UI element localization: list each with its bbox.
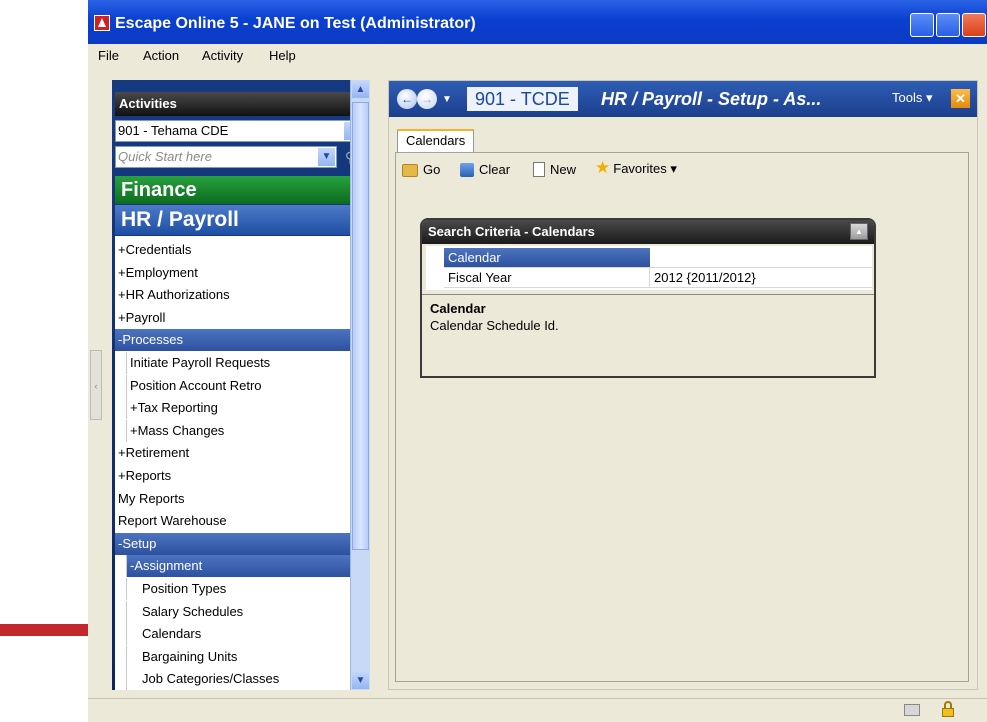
activity-tree: +Credentials +Employment +HR Authorization… [115,236,363,690]
clear-label: Clear [479,162,511,177]
close-button[interactable] [962,13,986,37]
menu-help[interactable]: Help [269,48,296,63]
criteria-grid: Calendar Fiscal Year 2012 {2011/2012} [426,246,872,290]
tree-item-tax-reporting[interactable]: +Tax Reporting [126,397,363,420]
scroll-up-icon[interactable]: ▲ [352,81,369,98]
activities-header: Activities [115,92,363,116]
chevron-down-icon[interactable]: ▼ [318,148,335,166]
criteria-value-calendar[interactable] [650,248,872,268]
tools-menu[interactable]: Tools ▾ [892,90,933,106]
close-page-icon[interactable]: ✕ [951,89,970,108]
lock-icon [942,701,954,717]
app-logo-icon [94,15,110,31]
content-header: ← → ▼ 901 - TCDE HR / Payroll - Setup - … [389,81,977,117]
tree-item-job-categories-classes[interactable]: Job Categories/Classes [126,668,363,690]
quick-start-input[interactable]: Quick Start here ▼ [115,146,337,168]
district-code: 901 - TCDE [467,87,578,111]
menu-file[interactable]: File [98,48,119,63]
search-criteria-title: Search Criteria - Calendars [428,224,595,239]
tree-item-payroll[interactable]: +Payroll [115,307,363,329]
minimize-button[interactable] [910,13,934,37]
criteria-label-calendar[interactable]: Calendar [444,248,650,268]
tree-item-report-warehouse[interactable]: Report Warehouse [115,510,363,532]
tree-item-employment[interactable]: +Employment [115,262,363,284]
tree-item-assignment[interactable]: -Assignment [126,555,363,578]
district-select-value: 901 - Tehama CDE [118,123,229,138]
tree-item-mass-changes[interactable]: +Mass Changes [126,419,363,442]
criteria-divider [422,294,874,295]
tree-item-bargaining-units[interactable]: Bargaining Units [126,645,363,668]
keyboard-icon [904,704,920,716]
tree-item-reports[interactable]: +Reports [115,465,363,487]
history-dropdown-icon[interactable]: ▼ [442,94,452,105]
field-description-text: Calendar Schedule Id. [430,318,559,333]
tree-item-position-types[interactable]: Position Types [126,578,363,600]
tree-item-retirement[interactable]: +Retirement [115,442,363,464]
scroll-thumb[interactable] [352,102,369,550]
new-document-icon [533,162,545,177]
go-label: Go [423,162,441,177]
scroll-down-icon[interactable]: ▼ [352,672,369,689]
folder-icon [402,164,418,177]
criteria-label-fiscal-year[interactable]: Fiscal Year [444,268,650,288]
title-bar: Escape Online 5 - JANE on Test (Administ… [88,0,987,44]
go-button[interactable]: Go [402,161,440,179]
tab-content: Go Clear New ★ Favorites ▾ Search Criteri… [395,152,969,682]
tree-item-credentials[interactable]: +Credentials [115,239,363,261]
tab-calendars[interactable]: Calendars [397,129,475,153]
app-window: Escape Online 5 - JANE on Test (Administ… [88,0,987,722]
tree-item-position-account-retro[interactable]: Position Account Retro [126,374,363,397]
tree-item-my-reports[interactable]: My Reports [115,488,363,510]
hr-payroll-section[interactable]: HR / Payroll [115,205,363,235]
menu-bar: File Action Activity Help [88,44,987,66]
search-criteria-panel: Search Criteria - Calendars ▲ Calendar F… [420,218,876,378]
arrow-shaft [0,624,100,636]
panel-collapse-handle[interactable]: ‹ [90,350,102,420]
content-panel: ← → ▼ 901 - TCDE HR / Payroll - Setup - … [388,80,978,690]
page-title: HR / Payroll - Setup - As... [601,89,822,109]
menu-action[interactable]: Action [143,48,179,63]
sidebar-scrollbar[interactable]: ▲ ▼ [350,80,370,690]
status-bar [88,698,987,722]
maximize-button[interactable] [936,13,960,37]
tree-item-setup[interactable]: -Setup [115,532,363,555]
favorites-label: Favorites ▾ [613,161,677,176]
forward-icon[interactable]: → [417,89,437,109]
new-label: New [550,162,577,177]
new-button[interactable]: New [533,161,576,179]
clear-icon [460,163,474,177]
tree-item-hr-authorizations[interactable]: +HR Authorizations [115,284,363,306]
window-title: Escape Online 5 - JANE on Test (Administ… [115,15,476,32]
tree-item-calendars[interactable]: Calendars [126,623,363,646]
finance-section[interactable]: Finance [115,176,363,204]
quick-start-placeholder: Quick Start here [118,149,212,164]
criteria-value-fiscal-year[interactable]: 2012 {2011/2012} [650,268,872,288]
tree-item-initiate-payroll-requests[interactable]: Initiate Payroll Requests [126,352,363,374]
tree-item-salary-schedules[interactable]: Salary Schedules [126,600,363,623]
search-criteria-header: Search Criteria - Calendars ▲ [422,220,874,244]
field-description-title: Calendar [430,301,486,316]
back-icon[interactable]: ← [397,89,417,109]
district-select[interactable]: 901 - Tehama CDE ▼ [115,120,363,142]
menu-activity[interactable]: Activity [202,48,243,63]
activities-panel: Activities 901 - Tehama CDE ▼ Quick Star… [112,80,370,690]
star-icon: ★ [595,158,611,177]
favorites-button[interactable]: ★ Favorites ▾ [595,159,677,178]
collapse-icon[interactable]: ▲ [850,223,868,240]
tree-item-processes[interactable]: -Processes [115,329,363,352]
clear-button[interactable]: Clear [460,161,510,179]
